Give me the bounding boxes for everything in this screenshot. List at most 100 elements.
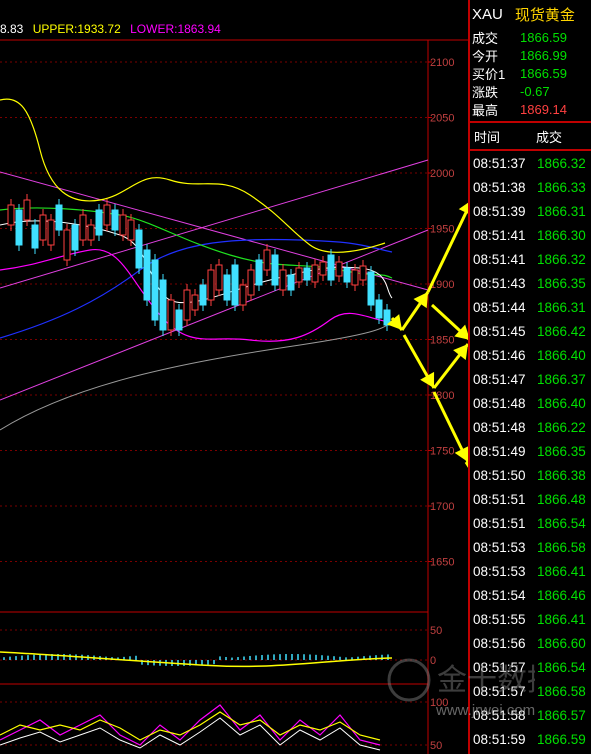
- trade-time: 08:51:41: [473, 251, 526, 267]
- candle-body: [335, 261, 343, 277]
- trade-time: 08:51:53: [473, 539, 526, 555]
- price-tick-label: 2100: [430, 57, 454, 69]
- candle-body: [255, 259, 263, 286]
- trade-row: 08:51:43 1866.35: [470, 271, 591, 295]
- trade-time: 08:51:51: [473, 515, 526, 531]
- trade-price: 1866.41: [537, 611, 586, 627]
- osc2-tick-label: 50: [430, 740, 442, 752]
- trade-row: 08:51:41 1866.30: [470, 223, 591, 247]
- candle-body: [159, 279, 167, 331]
- chart-area[interactable]: 8.83 UPPER:1933.72 LOWER:1863.94 2100 205…: [0, 0, 468, 754]
- price-tick-label: 2000: [430, 168, 454, 180]
- candle-body: [151, 259, 159, 321]
- trade-price: 1866.38: [537, 467, 586, 483]
- candle-body: [63, 229, 71, 261]
- trade-time: 08:51:55: [473, 611, 526, 627]
- quote-panel: XAU 现货黄金 成交 1866.59 今开 1866.99 买价1 1866.59 涨跌 -…: [468, 0, 591, 754]
- candle-body: [39, 214, 47, 241]
- quote-row: 涨跌 -0.67: [470, 82, 591, 100]
- annotation-arrowhead: [453, 344, 468, 360]
- candle-body: [367, 271, 375, 306]
- candle-body: [223, 274, 231, 301]
- candle-body: [55, 204, 63, 231]
- candle-body: [127, 219, 135, 241]
- candle-body: [319, 261, 327, 276]
- trade-row: 08:51:51 1866.48: [470, 487, 591, 511]
- candle-body: [295, 267, 303, 283]
- trade-price: 1866.41: [537, 563, 586, 579]
- trade-row: 08:51:51 1866.54: [470, 511, 591, 535]
- trade-row: 08:51:44 1866.31: [470, 295, 591, 319]
- quote-value: 1866.59: [520, 65, 567, 81]
- trade-row: 08:51:48 1866.22: [470, 415, 591, 439]
- candle-body: [23, 199, 31, 221]
- trade-time: 08:51:37: [473, 155, 526, 171]
- trade-time: 08:51:45: [473, 323, 526, 339]
- trade-row: 08:51:53 1866.58: [470, 535, 591, 559]
- candle-body: [287, 274, 295, 291]
- trade-row: 08:51:49 1866.35: [470, 439, 591, 463]
- trade-time: 08:51:56: [473, 635, 526, 651]
- trade-price: 1866.60: [537, 635, 586, 651]
- trade-time: 08:51:48: [473, 395, 526, 411]
- trade-time: 08:51:53: [473, 563, 526, 579]
- candle-body: [271, 254, 279, 286]
- symbol-name: 现货黄金: [514, 6, 575, 24]
- price-chart[interactable]: 2100205020001950190018501800175017001650…: [0, 0, 468, 754]
- price-tick-label: 1750: [430, 446, 454, 458]
- candle-body: [263, 249, 271, 271]
- candle-body: [239, 284, 247, 306]
- candle-body: [87, 224, 95, 241]
- trade-row: 08:51:37 1866.32: [470, 151, 591, 175]
- trade-time: 08:51:46: [473, 347, 526, 363]
- candle-body: [95, 209, 103, 236]
- trade-time: 08:51:49: [473, 443, 526, 459]
- kdj-line: [0, 711, 381, 741]
- trade-price: 1866.54: [537, 659, 586, 675]
- candle-body: [15, 209, 23, 246]
- candle-body: [327, 254, 335, 281]
- quote-value: -0.67: [520, 83, 550, 99]
- trade-row: 08:51:38 1866.33: [470, 175, 591, 199]
- candle-body: [167, 299, 175, 331]
- candle-body: [47, 219, 55, 246]
- candle-body: [143, 249, 151, 301]
- candle-body: [103, 204, 111, 226]
- trade-price: 1866.32: [537, 155, 586, 171]
- trade-row: 08:51:53 1866.41: [470, 559, 591, 583]
- trade-row: 08:51:47 1866.37: [470, 367, 591, 391]
- quote-label: 涨跌: [472, 84, 499, 100]
- osc1-tick-label: 50: [430, 625, 442, 637]
- trade-price: 1866.58: [537, 539, 586, 555]
- trade-row: 08:51:39 1866.31: [470, 199, 591, 223]
- candle-body: [199, 284, 207, 306]
- price-tick-label: 1850: [430, 335, 454, 347]
- trade-row: 08:51:46 1866.40: [470, 343, 591, 367]
- trade-price: 1866.35: [537, 443, 586, 459]
- quote-header: XAU 现货黄金: [470, 0, 591, 28]
- trade-price: 1866.32: [537, 251, 586, 267]
- candle-body: [343, 267, 351, 283]
- trade-row: 08:51:59 1866.59: [470, 727, 591, 751]
- quote-rows: 成交 1866.59 今开 1866.99 买价1 1866.59 涨跌 -0.67 最高 186…: [470, 28, 591, 118]
- trade-row: 08:51:56 1866.60: [470, 631, 591, 655]
- candle-body: [215, 264, 223, 291]
- quote-row: 最高 1869.14: [470, 100, 591, 118]
- quote-value: 1866.59: [520, 29, 567, 45]
- candle-body: [79, 214, 87, 241]
- trade-price: 1866.30: [537, 227, 586, 243]
- candle-body: [175, 309, 183, 331]
- candle-body: [359, 265, 367, 281]
- trade-time: 08:51:51: [473, 491, 526, 507]
- candle-body: [191, 294, 199, 311]
- trade-price: 1866.35: [537, 275, 586, 291]
- price-tick-label: 1800: [430, 390, 454, 402]
- trade-price: 1866.33: [537, 179, 586, 195]
- quote-label: 今开: [472, 48, 499, 64]
- trade-price: 1866.48: [537, 491, 586, 507]
- trade-row: 08:51:50 1866.38: [470, 463, 591, 487]
- annotation-arrowhead: [413, 292, 428, 309]
- candle-body: [7, 204, 15, 226]
- trades-col-time: 时间: [474, 129, 501, 145]
- trade-price: 1866.58: [537, 683, 586, 699]
